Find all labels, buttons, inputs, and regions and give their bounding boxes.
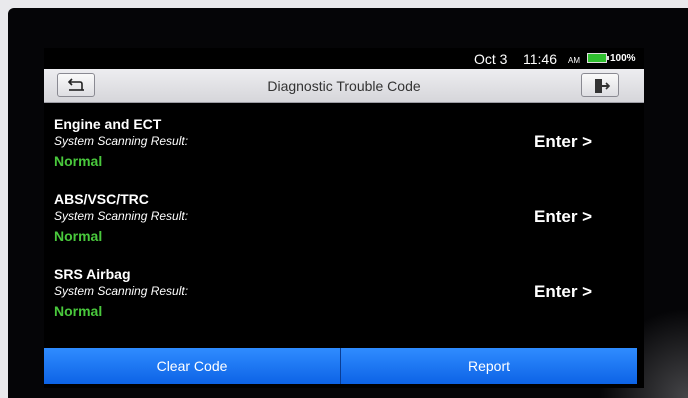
enter-button[interactable]: Enter >	[534, 132, 592, 152]
system-name: ABS/VSC/TRC	[54, 191, 149, 207]
system-row-srs[interactable]: SRS Airbag System Scanning Result: Norma…	[44, 266, 644, 338]
status-time: 11:46	[523, 51, 557, 67]
system-status: Normal	[54, 303, 103, 319]
system-status: Normal	[54, 153, 103, 169]
system-result-label: System Scanning Result:	[54, 209, 189, 223]
system-name: SRS Airbag	[54, 266, 131, 282]
system-row-abs[interactable]: ABS/VSC/TRC System Scanning Result: Norm…	[44, 191, 644, 263]
device-screen: Oct 3 11:46 AM 100% Diagnostic Trouble C…	[44, 48, 644, 388]
system-name: Engine and ECT	[54, 116, 162, 132]
status-bar: Oct 3 11:46 AM 100%	[44, 48, 644, 69]
system-status: Normal	[54, 228, 103, 244]
exit-door-icon	[595, 79, 611, 93]
action-bar: Clear Code Report	[44, 348, 637, 384]
clear-code-button[interactable]: Clear Code	[44, 348, 341, 384]
status-date: Oct 3	[474, 51, 508, 67]
enter-button[interactable]: Enter >	[534, 207, 592, 227]
status-ampm: AM	[568, 56, 580, 65]
battery-icon	[587, 53, 609, 63]
system-result-label: System Scanning Result:	[54, 284, 189, 298]
page-title: Diagnostic Trouble Code	[267, 78, 421, 94]
system-row-engine[interactable]: Engine and ECT System Scanning Result: N…	[44, 116, 644, 188]
enter-button[interactable]: Enter >	[534, 282, 592, 302]
report-button[interactable]: Report	[341, 348, 637, 384]
system-result-label: System Scanning Result:	[54, 134, 189, 148]
title-bar: Diagnostic Trouble Code	[44, 69, 644, 103]
battery-level: 100%	[610, 53, 636, 64]
exit-button[interactable]	[581, 73, 619, 97]
